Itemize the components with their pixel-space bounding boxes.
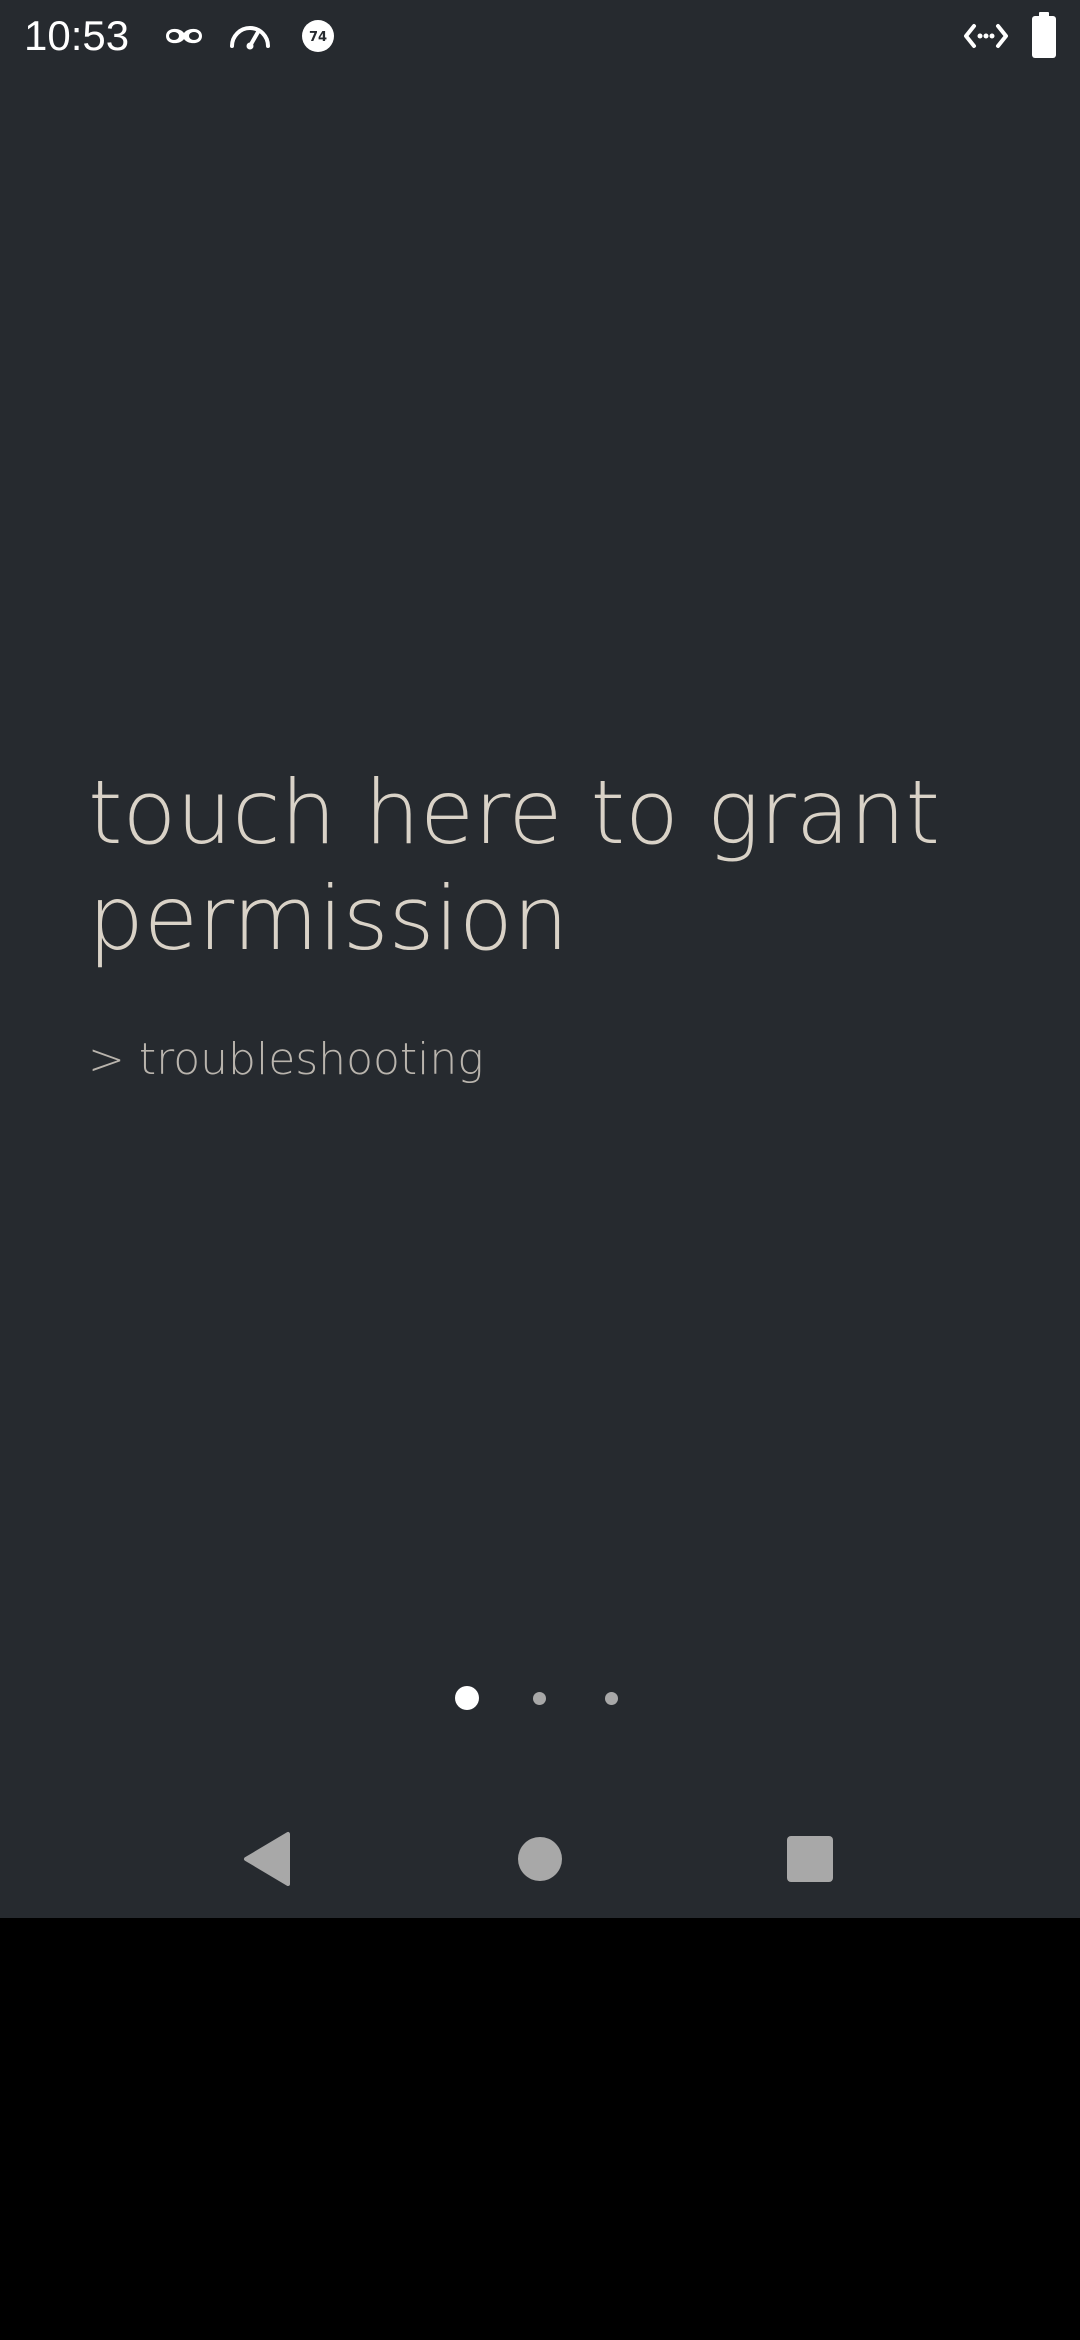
incognito-icon <box>166 28 202 44</box>
home-icon[interactable] <box>505 1824 575 1894</box>
speedometer-icon <box>230 26 270 50</box>
back-icon[interactable] <box>232 1824 302 1894</box>
page-dot[interactable] <box>533 1692 546 1705</box>
battery-icon <box>1032 12 1056 58</box>
page-dot[interactable] <box>605 1692 618 1705</box>
status-bar: 10:53 74 <box>0 0 1080 72</box>
svg-text:74: 74 <box>309 30 327 45</box>
navigation-bar <box>0 1800 1080 1918</box>
troubleshooting-link[interactable]: > troubleshooting <box>88 1032 484 1088</box>
recents-icon[interactable] <box>775 1824 845 1894</box>
status-time: 10:53 <box>24 12 130 59</box>
code-arrows-icon <box>964 24 1008 48</box>
grant-permission-button[interactable]: touch here to grant permission <box>88 760 1008 972</box>
badge-74-icon: 74 <box>302 20 334 52</box>
app-screen: 10:53 74 touch here to grant permission … <box>0 0 1080 1918</box>
page-dot-active[interactable] <box>455 1686 479 1710</box>
page-indicator <box>0 1680 1080 1720</box>
